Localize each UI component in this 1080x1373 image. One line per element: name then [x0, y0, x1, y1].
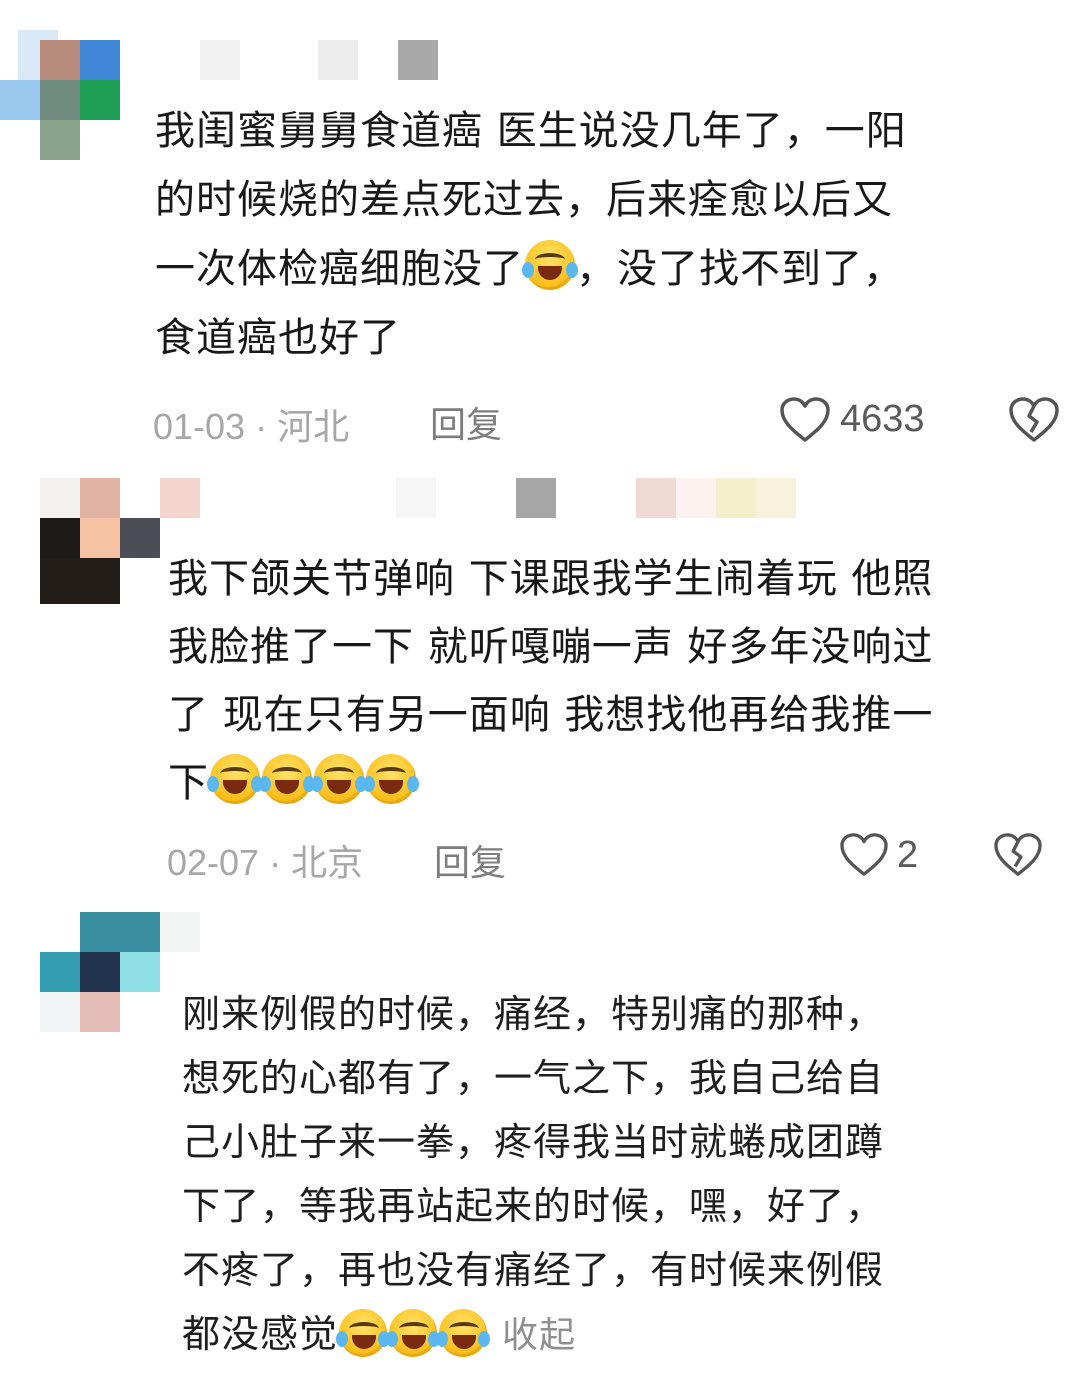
laugh-cry-emoji	[259, 754, 315, 804]
date-location: 02-07 · 北京	[167, 842, 364, 883]
like-count: 2	[897, 834, 919, 876]
comment-text-part: 刚来例假的时候，痛经，特别痛的那种， 想死的心都有了，一气之下，我自己给自 己小…	[182, 992, 885, 1356]
laugh-cry-emoji	[522, 240, 578, 290]
avatar-blurred[interactable]	[40, 912, 200, 1032]
reply-button[interactable]: 回复	[434, 834, 506, 886]
username-blurred[interactable]	[160, 40, 460, 80]
date-location: 01-03 · 河北	[153, 406, 350, 447]
comment-text: 我下颌关节弹响 下课跟我学生闹着玩 他照 我脸推了一下 就听嘎嘣一声 好多年没响…	[168, 545, 1058, 817]
like-count: 4633	[840, 398, 925, 440]
laugh-cry-emoji	[363, 754, 419, 804]
comment-item-1: 我闺蜜舅舅食道癌 医生说没几年了，一阳 的时候烧的差点死过去，后来痊愈以后又 一…	[0, 0, 1080, 460]
comment-text: 刚来例假的时候，痛经，特别痛的那种， 想死的心都有了，一气之下，我自己给自 己小…	[182, 982, 1062, 1368]
laugh-cry-emoji	[207, 754, 263, 804]
username-blurred[interactable]	[160, 478, 800, 518]
broken-heart-dislike-icon[interactable]	[1008, 396, 1060, 444]
comment-item-3: 刚来例假的时候，痛经，特别痛的那种， 想死的心都有了，一气之下，我自己给自 己小…	[0, 900, 1080, 1373]
tears-of-joy-emoji	[436, 1309, 491, 1357]
avatar-blurred[interactable]	[0, 30, 120, 160]
reply-button[interactable]: 回复	[430, 396, 502, 448]
heart-like-icon[interactable]	[779, 396, 831, 444]
laugh-cry-emoji	[311, 754, 367, 804]
avatar-blurred[interactable]	[40, 478, 160, 604]
comment-item-2: 我下颌关节弹响 下课跟我学生闹着玩 他照 我脸推了一下 就听嘎嘣一声 好多年没响…	[0, 470, 1080, 890]
comment-text: 我闺蜜舅舅食道癌 医生说没几年了，一阳 的时候烧的差点死过去，后来痊愈以后又 一…	[155, 97, 1055, 373]
broken-heart-dislike-icon[interactable]	[993, 832, 1043, 878]
tears-of-joy-emoji	[336, 1309, 391, 1357]
heart-like-icon[interactable]	[839, 832, 889, 878]
collapse-button[interactable]: 收起	[502, 1315, 576, 1356]
tears-of-joy-emoji	[386, 1309, 441, 1357]
